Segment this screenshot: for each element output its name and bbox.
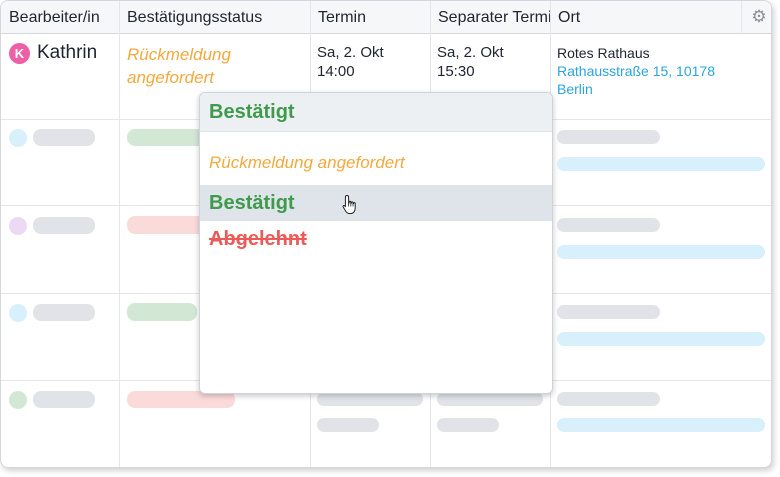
- table-header: Bearbeiter/in Bestätigungsstatus Termin …: [1, 1, 771, 34]
- termin-date: Sa, 2. Okt: [317, 44, 384, 61]
- placeholder-bar: [127, 303, 197, 321]
- dropdown-current-value[interactable]: Bestätigt: [200, 93, 552, 132]
- termin-time: 14:00: [317, 63, 355, 80]
- placeholder-avatar: [9, 217, 27, 235]
- placeholder-bar: [33, 391, 95, 408]
- placeholder-bar: [33, 217, 95, 234]
- placeholder-bar: [127, 216, 207, 234]
- placeholder-bar: [437, 392, 543, 406]
- placeholder-avatar: [9, 391, 27, 409]
- placeholder-bar: [557, 332, 765, 346]
- column-header-status[interactable]: Bestätigungsstatus: [119, 1, 310, 34]
- placeholder-bar: [557, 418, 765, 432]
- status-dropdown[interactable]: Bestätigt Rückmeldung angefordert Bestät…: [199, 92, 553, 394]
- placeholder-bar: [437, 418, 499, 432]
- column-header-termin[interactable]: Termin: [310, 1, 430, 34]
- column-divider: [119, 1, 120, 467]
- option-abgelehnt[interactable]: Abgelehnt: [200, 221, 552, 257]
- placeholder-bar: [557, 157, 765, 171]
- status-value[interactable]: Rückmeldung angefordert: [127, 43, 287, 89]
- separater-termin-time: 15:30: [437, 63, 475, 80]
- placeholder-bar: [33, 304, 95, 321]
- column-header-ort[interactable]: Ort: [550, 1, 740, 34]
- column-header-separater-termin[interactable]: Separater Termin: [430, 1, 550, 34]
- column-divider: [741, 1, 742, 34]
- placeholder-bar: [557, 130, 660, 144]
- placeholder-bar: [557, 218, 660, 232]
- placeholder-bar: [557, 245, 765, 259]
- option-rueckmeldung-angefordert[interactable]: Rückmeldung angefordert: [200, 145, 552, 181]
- placeholder-avatar: [9, 304, 27, 322]
- placeholder-bar: [557, 305, 660, 319]
- placeholder-bar: [317, 418, 379, 432]
- location-address-link[interactable]: Rathausstraße 15, 10178 Berlin: [557, 62, 747, 98]
- placeholder-avatar: [9, 129, 27, 147]
- assignee-name: Kathrin: [37, 42, 98, 63]
- avatar: K: [9, 43, 30, 64]
- placeholder-bar: [557, 392, 660, 406]
- hand-pointer-icon: [342, 195, 356, 214]
- gear-icon[interactable]: ⚙: [750, 8, 768, 26]
- placeholder-bar: [127, 129, 207, 146]
- column-header-assignee[interactable]: Bearbeiter/in: [1, 1, 119, 34]
- location-name: Rotes Rathaus: [557, 45, 650, 61]
- option-bestaetigt[interactable]: Bestätigt: [200, 185, 552, 221]
- placeholder-bar: [33, 129, 95, 146]
- separater-termin-date: Sa, 2. Okt: [437, 44, 504, 61]
- placeholder-bar: [317, 392, 423, 406]
